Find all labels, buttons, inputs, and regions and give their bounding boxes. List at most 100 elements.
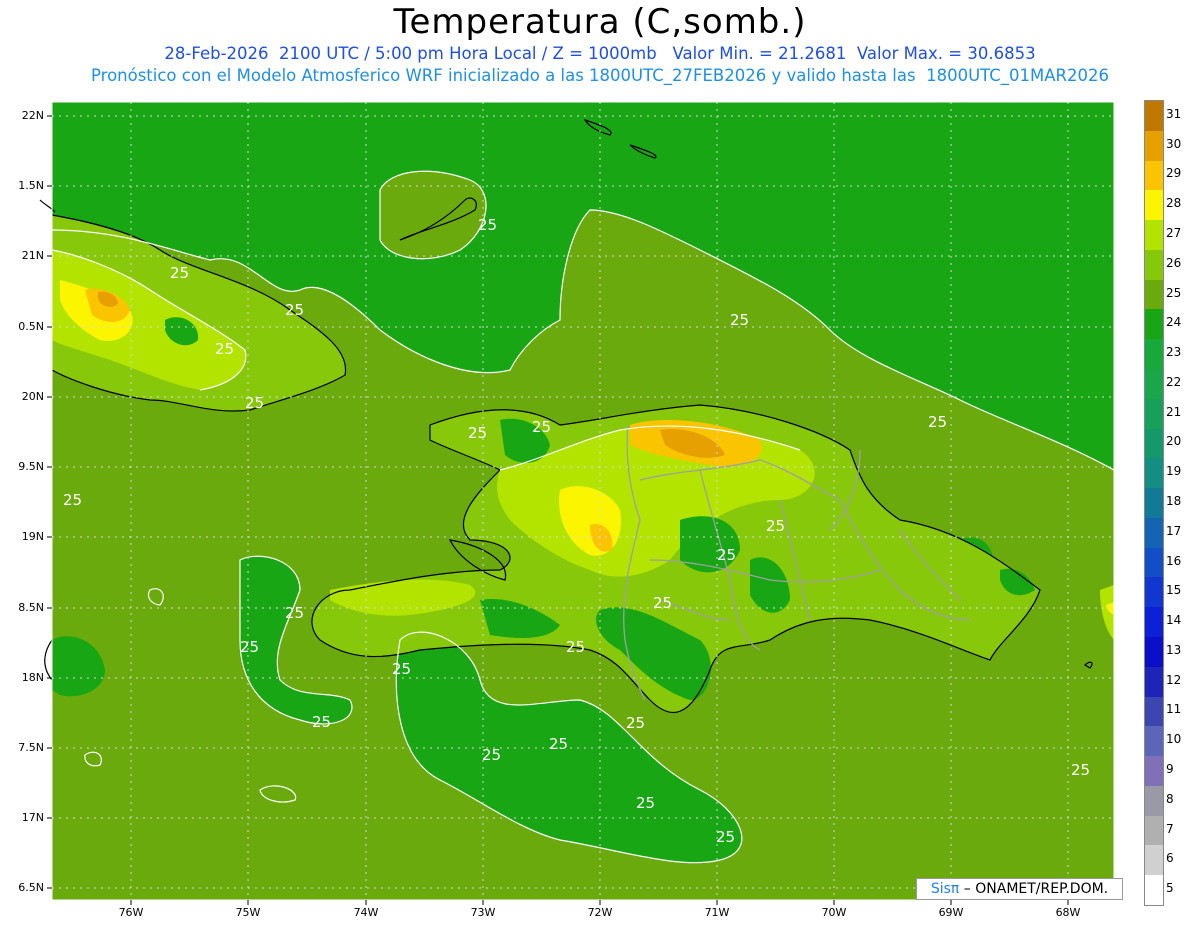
color-legend-swatch — [1145, 398, 1163, 430]
contour-label: 25 — [532, 418, 551, 436]
color-legend-label: 5 — [1166, 881, 1174, 896]
color-legend-swatch — [1145, 637, 1163, 668]
lat-label: 9.5N — [18, 460, 44, 473]
contour-label: 25 — [626, 714, 645, 732]
color-legend-swatch — [1145, 726, 1163, 757]
color-legend-swatch — [1145, 190, 1163, 221]
color-legend-swatch — [1145, 607, 1163, 638]
color-legend-swatch — [1145, 458, 1163, 489]
contour-label: 25 — [716, 828, 735, 846]
contour-label: 25 — [392, 660, 411, 678]
color-legend-swatch — [1145, 130, 1163, 162]
credit-box: Sisπ – ONAMET/REP.DOM. — [916, 878, 1123, 900]
color-legend-swatch — [1145, 666, 1163, 698]
lon-label: 73W — [470, 906, 496, 919]
contour-label: 25 — [717, 546, 736, 564]
lat-label: 18N — [21, 671, 44, 684]
contour-label: 25 — [653, 594, 672, 612]
color-legend-swatch — [1145, 428, 1163, 459]
contour-label: 25 — [636, 794, 655, 812]
contour-label: 25 — [285, 604, 304, 622]
contour-label: 25 — [766, 517, 785, 535]
contour-label: 25 — [240, 638, 259, 656]
color-legend-swatch — [1145, 547, 1163, 578]
color-legend-label: 12 — [1166, 672, 1182, 687]
lat-label: 8.5N — [18, 601, 44, 614]
jamaica-tip — [44, 639, 53, 681]
color-legend-swatch — [1145, 101, 1163, 132]
lat-label: 1.5N — [18, 179, 44, 192]
color-legend-label: 20 — [1166, 434, 1182, 449]
lon-label: 69W — [938, 906, 964, 919]
color-legend-label: 31 — [1166, 106, 1182, 121]
color-legend-swatch — [1145, 488, 1163, 519]
credit-text: – ONAMET/REP.DOM. — [959, 881, 1109, 897]
lat-label: 20N — [21, 390, 44, 403]
color-legend-swatch — [1145, 756, 1163, 787]
color-legend-label: 26 — [1166, 255, 1182, 270]
lat-label: 21N — [21, 249, 44, 262]
color-legend-label: 10 — [1166, 732, 1182, 747]
color-legend-label: 6 — [1166, 851, 1174, 866]
color-legend-swatch — [1145, 577, 1163, 608]
lat-label: 22N — [21, 109, 44, 122]
lon-label: 72W — [587, 906, 613, 919]
color-legend-label: 14 — [1166, 613, 1182, 628]
color-legend-swatch — [1145, 875, 1163, 906]
color-legend-swatch — [1145, 815, 1163, 846]
color-legend-swatch — [1145, 785, 1163, 817]
color-legend-label: 23 — [1166, 345, 1182, 360]
color-legend-label: 30 — [1166, 136, 1182, 151]
color-legend-swatch — [1145, 160, 1163, 191]
contour-label: 25 — [549, 735, 568, 753]
color-legend-label: 19 — [1166, 464, 1182, 479]
color-legend-label: 13 — [1166, 642, 1182, 657]
lon-label: 68W — [1055, 906, 1081, 919]
contour-label: 25 — [285, 301, 304, 319]
lon-label: 76W — [118, 906, 144, 919]
color-legend-label: 7 — [1166, 821, 1174, 836]
lon-label: 75W — [235, 906, 261, 919]
contour-label: 25 — [478, 216, 497, 234]
lon-label: 70W — [821, 906, 847, 919]
lat-label: 17N — [21, 811, 44, 824]
contour-label: 25 — [566, 638, 585, 656]
color-legend-swatch — [1145, 220, 1163, 251]
lat-label: 6.5N — [18, 881, 44, 894]
color-legend-label: 28 — [1166, 196, 1182, 211]
color-legend-label: 8 — [1166, 791, 1174, 806]
color-legend-label: 29 — [1166, 166, 1182, 181]
sispi-logo-text: Sisπ — [930, 881, 960, 897]
lat-label: 19N — [21, 530, 44, 543]
contour-label: 25 — [730, 311, 749, 329]
color-legend-label: 17 — [1166, 523, 1182, 538]
color-legend-swatch — [1145, 339, 1163, 370]
contour-label: 25 — [215, 340, 234, 358]
contour-label: 25 — [482, 746, 501, 764]
color-legend-swatch — [1145, 696, 1163, 727]
contour-label: 25 — [928, 413, 947, 431]
color-legend-swatch — [1145, 279, 1163, 310]
contour-label: 25 — [468, 424, 487, 442]
color-legend-swatch — [1145, 249, 1163, 281]
color-legend-label: 21 — [1166, 404, 1182, 419]
color-legend-label: 16 — [1166, 553, 1182, 568]
color-legend-label: 22 — [1166, 374, 1182, 389]
color-legend-label: 15 — [1166, 583, 1182, 598]
color-legend-label: 24 — [1166, 315, 1182, 330]
color-legend-label: 9 — [1166, 762, 1174, 776]
contour-label: 25 — [170, 264, 189, 282]
lat-label: 0.5N — [18, 320, 44, 333]
color-legend-label: 25 — [1166, 285, 1182, 300]
lat-label: 7.5N — [18, 741, 44, 754]
color-legend-swatch — [1145, 517, 1163, 549]
contour-label: 25 — [63, 491, 82, 509]
color-legend-swatch — [1145, 309, 1163, 340]
contour-label: 25 — [312, 713, 331, 731]
lon-label: 74W — [353, 906, 379, 919]
temperature-map: 25 25 25 25 25 25 25 25 25 25 25 25 25 2… — [39, 101, 1115, 905]
color-legend-label: 27 — [1166, 226, 1182, 240]
color-legend-label: 11 — [1166, 702, 1182, 717]
color-legend-swatch — [1145, 845, 1163, 876]
color-legend-label: 18 — [1166, 494, 1182, 508]
